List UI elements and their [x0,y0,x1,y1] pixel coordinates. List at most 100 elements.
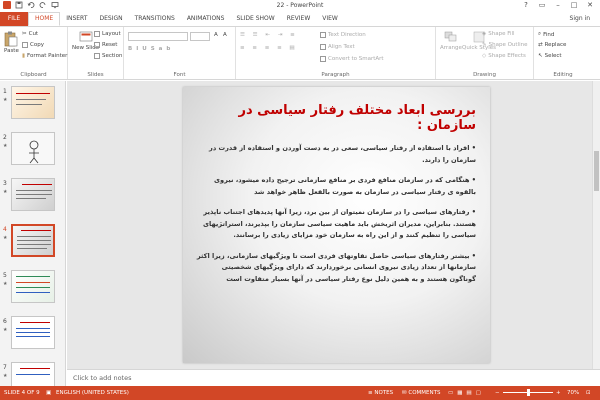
notes-button[interactable]: ≡ NOTES [368,390,393,396]
align-buttons[interactable]: ≡ ≡ ≡ ≡ ▤ [240,45,298,51]
scrollbar-thumb[interactable] [594,151,599,191]
replace-button[interactable]: ⇄ Replace [538,42,566,48]
vertical-scrollbar[interactable] [592,81,600,369]
sign-in-link[interactable]: Sign in [570,15,590,22]
shape-fill-button[interactable]: ◈ Shape Fill [482,31,515,37]
ribbon-tabs: FILE HOME INSERT DESIGN TRANSITIONS ANIM… [0,12,600,26]
zoom-level[interactable]: 70% [567,390,579,396]
layout-button[interactable]: Layout [94,31,121,37]
thumbnail-image [11,86,55,119]
tab-review[interactable]: REVIEW [281,12,317,26]
editing-group-label: Editing [553,72,573,78]
language-indicator[interactable]: ENGLISH (UNITED STATES) [56,390,129,396]
slide-title[interactable]: بررسی ابعاد مختلف رفتار سیاسی در سازمان … [196,103,477,133]
font-size-combo[interactable] [190,32,210,41]
copy-icon [22,42,28,48]
comments-button[interactable]: ✉ COMMENTS [402,390,440,396]
animation-star-icon: ★ [3,281,8,287]
tab-animations[interactable]: ANIMATIONS [181,12,231,26]
tab-slide-show[interactable]: SLIDE SHOW [230,12,280,26]
thumbnail-slide-1[interactable]: 1 ★ [0,85,65,125]
copy-button[interactable]: Copy [22,42,44,48]
smartart-icon [320,56,326,62]
font-name-combo[interactable] [128,32,188,41]
tab-file[interactable]: FILE [0,12,28,26]
animation-star-icon: ★ [3,143,8,149]
shrink-font-icon[interactable]: A [223,32,227,38]
help-icon[interactable]: ? [518,0,534,11]
slide-thumbnail-panel[interactable]: 1 ★ 2 ★ 3 ★ 4 ★ 5 ★ 6 ★ 7 ★ [0,81,66,386]
ribbon-display-icon[interactable]: ▭ [534,0,550,11]
thumbnail-slide-3[interactable]: 3 ★ [0,177,65,217]
slide-editing-area[interactable]: بررسی ابعاد مختلف رفتار سیاسی در سازمان … [67,81,600,369]
align-text-icon [320,44,326,50]
tab-design[interactable]: DESIGN [93,12,128,26]
bullet-paragraph: • رفتارهای سیاسی را در سازمان نمیتوان از… [203,208,476,239]
minimize-icon[interactable]: – [550,0,566,11]
tab-insert[interactable]: INSERT [60,12,93,26]
maximize-icon[interactable]: □ [566,0,582,11]
close-icon[interactable]: ✕ [582,0,598,11]
shape-effects-button[interactable]: ◇ Shape Effects [482,53,526,59]
slides-group: New Slide Layout Reset Section Slides [68,27,124,79]
thumbnail-slide-2[interactable]: 2 ★ [0,131,65,171]
animation-star-icon: ★ [3,189,8,195]
thumbnail-slide-6[interactable]: 6 ★ [0,315,65,355]
zoom-slider-knob[interactable] [526,389,530,396]
arrange-icon [444,31,457,42]
cartoon-figure-icon [29,140,39,164]
window-controls: ? ▭ – □ ✕ [518,0,598,11]
cut-button[interactable]: ✂ Cut [22,31,38,37]
proofing-icon[interactable]: ▣ [46,390,51,396]
grow-font-icon[interactable]: A [214,32,218,38]
brush-icon: ▮ [22,53,26,59]
editing-group: ⌕ Find ⇄ Replace ↖ Select Editing [534,27,592,79]
shape-outline-button[interactable]: ✎ Shape Outline [482,42,527,48]
view-buttons[interactable]: ▭▦▤▢ [448,390,485,396]
zoom-in-icon[interactable]: + [556,390,561,396]
layout-icon [94,31,100,37]
pen-icon: ✎ [482,42,487,48]
tab-view[interactable]: VIEW [316,12,344,26]
list-buttons[interactable]: ☰ ☰ ⇤ ⇥ ≡ [240,32,298,38]
current-slide[interactable]: بررسی ابعاد مختلف رفتار سیاسی در سازمان … [183,87,490,363]
thumbnail-image [11,224,55,257]
thumbnail-image [11,270,55,303]
align-text-button[interactable]: Align Text [320,44,355,50]
paint-bucket-icon: ◈ [482,31,487,37]
fit-slide-icon[interactable]: ⊡ [586,390,591,396]
font-style-buttons[interactable]: BIUSab [128,46,174,52]
thumbnail-slide-7[interactable]: 7 ★ [0,361,65,386]
zoom-out-icon[interactable]: − [495,390,500,396]
animation-star-icon: ★ [3,97,8,103]
tab-transitions[interactable]: TRANSITIONS [129,12,181,26]
smartart-button[interactable]: Convert to SmartArt [320,56,384,62]
animation-star-icon: ★ [3,235,8,241]
thumbnail-image [11,362,55,386]
paste-button[interactable]: Paste [4,31,19,54]
reset-button[interactable]: Reset [94,42,117,48]
animation-star-icon: ★ [3,373,8,379]
notes-placeholder: Click to add notes [73,374,132,382]
bullet-paragraph: • بیشتر رفتارهای سیاسی حاصل تفاوتهای فرد… [196,251,476,283]
notes-pane[interactable]: Click to add notes [67,369,600,386]
section-button[interactable]: Section [94,53,122,59]
effects-icon: ◇ [482,53,487,59]
clipboard-group-label: Clipboard [20,72,47,78]
find-button[interactable]: ⌕ Find [538,31,554,38]
thumbnail-slide-4[interactable]: 4 ★ [0,223,65,263]
reset-icon [94,42,100,48]
paste-icon [5,31,18,47]
tab-home[interactable]: HOME [28,12,61,26]
scissors-icon: ✂ [22,31,27,37]
thumbnail-image [11,132,55,165]
select-icon: ↖ [538,53,543,59]
binoculars-icon: ⌕ [538,31,542,37]
slide-content-placeholder[interactable]: • افراد با استفاده از رفتار سیاسی، سعی د… [194,143,476,294]
select-button[interactable]: ↖ Select [538,53,562,59]
font-group: A A BIUSab Font [124,27,236,79]
text-direction-button[interactable]: Text Direction [320,32,366,38]
arrange-button[interactable]: Arrange [440,31,462,51]
thumbnail-slide-5[interactable]: 5 ★ [0,269,65,309]
format-painter-button[interactable]: ▮ Format Painter [22,53,67,59]
